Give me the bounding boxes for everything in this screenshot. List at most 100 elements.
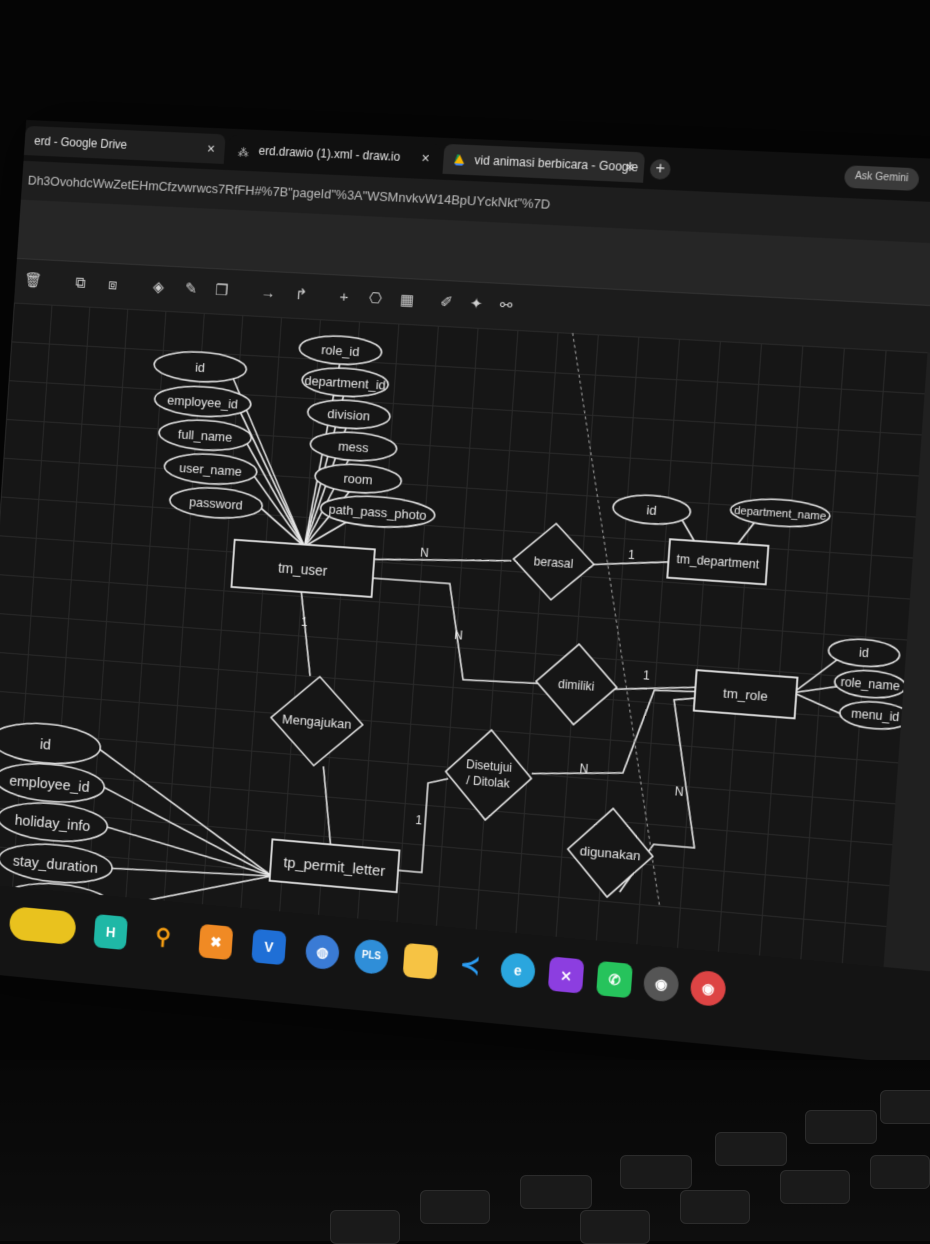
relationship-berasal[interactable]: berasal: [511, 521, 597, 603]
svg-text:room: room: [343, 471, 373, 488]
edge-icon[interactable]: e: [499, 951, 537, 990]
key: [780, 1170, 850, 1204]
attr-role-id[interactable]: id: [828, 637, 901, 669]
weather-widget-icon[interactable]: [8, 906, 77, 946]
svg-text:id: id: [195, 360, 206, 376]
relationship-mengajukan[interactable]: Mengajukan: [268, 673, 366, 769]
key: [620, 1155, 692, 1189]
attr-user-role-id[interactable]: role_id: [298, 334, 382, 366]
cardinality-label: 1: [643, 669, 651, 683]
attr-user-id[interactable]: id: [153, 350, 247, 385]
key: [880, 1090, 930, 1124]
relationship-dimiliki[interactable]: dimiliki: [533, 641, 619, 727]
entity-tp-permit-letter[interactable]: tp_permit_letter: [270, 839, 400, 892]
key: [870, 1155, 930, 1189]
cardinality-label: 1: [415, 814, 423, 828]
table-icon[interactable]: ▦: [395, 289, 418, 312]
network-globe-icon[interactable]: ◍: [304, 933, 341, 971]
tab-label: erd.drawio (1).xml - draw.io: [258, 143, 401, 164]
attr-user-department-id[interactable]: department_id: [301, 366, 389, 399]
attr-department-name[interactable]: department_name: [730, 496, 831, 529]
key: [805, 1110, 877, 1144]
waypoints-icon[interactable]: ↱: [290, 284, 313, 307]
cardinality-label: N: [674, 785, 684, 799]
share-icon[interactable]: ⚯: [494, 295, 517, 318]
attr-user-room[interactable]: room: [314, 462, 402, 495]
attr-permit-holiday-info[interactable]: holiday_info: [0, 799, 109, 845]
close-icon[interactable]: ×: [625, 152, 635, 183]
relationship-disetujui-ditolak[interactable]: Disetujui/ Ditolak: [443, 727, 535, 824]
cardinality-label: 1: [628, 548, 636, 562]
attr-permit-stay-duration[interactable]: stay_duration: [0, 840, 113, 887]
relationship-digunakan[interactable]: digunakan: [565, 805, 656, 901]
drawio-icon: ⁂: [237, 146, 250, 160]
key: [520, 1175, 592, 1209]
app-h-icon[interactable]: H: [93, 913, 128, 951]
svg-text:role_id: role_id: [321, 342, 360, 359]
key: [680, 1190, 750, 1224]
cardinality-label: N: [454, 629, 464, 643]
format-icon[interactable]: ✐: [435, 292, 458, 315]
attr-permit-employee-id[interactable]: employee_id: [0, 760, 106, 806]
gemini-label: Ask Gemini: [854, 170, 909, 185]
to-front-icon[interactable]: ⧉: [69, 272, 91, 295]
attr-department-id[interactable]: id: [612, 493, 691, 526]
key: [330, 1210, 400, 1244]
attr-permit-id[interactable]: id: [0, 720, 102, 768]
delete-icon[interactable]: 🗑: [22, 270, 44, 292]
vscode-icon[interactable]: ≺: [452, 947, 488, 984]
svg-text:berasal: berasal: [533, 555, 573, 571]
entity-tm-role[interactable]: tm_role: [694, 670, 798, 718]
google-drive-icon: [453, 146, 466, 166]
laptop-keyboard: [0, 1060, 930, 1244]
close-icon[interactable]: ×: [206, 134, 216, 164]
svg-text:id: id: [859, 646, 870, 660]
attr-user-path-pass-photo[interactable]: path_pass_photo: [320, 493, 436, 530]
key: [580, 1210, 650, 1244]
shadow-icon[interactable]: ❐: [210, 280, 233, 303]
svg-text:id: id: [646, 502, 657, 518]
fill-color-icon[interactable]: ◈: [147, 277, 169, 300]
svg-text:id: id: [39, 737, 51, 754]
tab-drawio[interactable]: ⁂ erd.drawio (1).xml - draw.io ×: [227, 134, 441, 174]
to-back-icon[interactable]: ⧈: [102, 274, 124, 297]
svg-text:tm_role: tm_role: [723, 685, 769, 704]
entity-tm-user[interactable]: tm_user: [231, 540, 374, 597]
close-icon[interactable]: ×: [421, 143, 431, 173]
attr-role-name[interactable]: role_name: [834, 668, 907, 700]
attr-user-mess[interactable]: mess: [309, 430, 397, 463]
cardinality-label: 1: [301, 616, 308, 630]
file-explorer-icon[interactable]: [402, 942, 439, 980]
tab-label: erd - Google Drive: [33, 134, 128, 152]
pls-icon[interactable]: PLS: [353, 938, 390, 976]
cardinality-label: N: [579, 762, 589, 776]
key: [715, 1132, 787, 1166]
shapes-icon[interactable]: ⎔: [364, 288, 387, 311]
magic-icon[interactable]: ✦: [464, 293, 487, 316]
insert-icon[interactable]: +: [333, 286, 356, 309]
chrome-icon[interactable]: ◉: [642, 965, 680, 1003]
diagram-canvas[interactable]: N 1 N 1 1 1 N N id employee_id full_name…: [0, 302, 930, 969]
whatsapp-icon[interactable]: ✆: [596, 960, 633, 999]
new-tab-button[interactable]: +: [649, 158, 672, 180]
visual-studio-icon[interactable]: ⨯: [547, 956, 585, 994]
vmware-icon[interactable]: V: [251, 928, 287, 966]
entity-tm-department[interactable]: tm_department: [667, 539, 768, 584]
er-diagram: N 1 N 1 1 1 N N id employee_id full_name…: [0, 303, 930, 969]
svg-text:mess: mess: [338, 438, 369, 455]
xampp-icon[interactable]: ✖: [198, 923, 234, 961]
search-icon[interactable]: ⚲: [146, 919, 181, 955]
attr-user-full-name[interactable]: full_name: [158, 418, 252, 453]
attr-user-division[interactable]: division: [307, 398, 391, 431]
ask-gemini-button[interactable]: Ask Gemini: [843, 165, 920, 192]
key: [420, 1190, 490, 1224]
tab-google-drive[interactable]: erd - Google Drive ×: [23, 125, 226, 164]
laptop-screen: erd - Google Drive × ⁂ erd.drawio (1).xm…: [0, 120, 930, 1067]
attr-user-user-name[interactable]: user_name: [163, 451, 257, 486]
line-color-icon[interactable]: ✎: [180, 278, 203, 301]
attr-user-password[interactable]: password: [169, 485, 263, 521]
svg-text:dimiliki: dimiliki: [558, 678, 595, 694]
connection-icon[interactable]: →: [257, 282, 280, 305]
chrome-icon[interactable]: ◉: [689, 969, 727, 1008]
tab-vid-animasi[interactable]: vid animasi berbicara - Google ×: [442, 143, 646, 183]
